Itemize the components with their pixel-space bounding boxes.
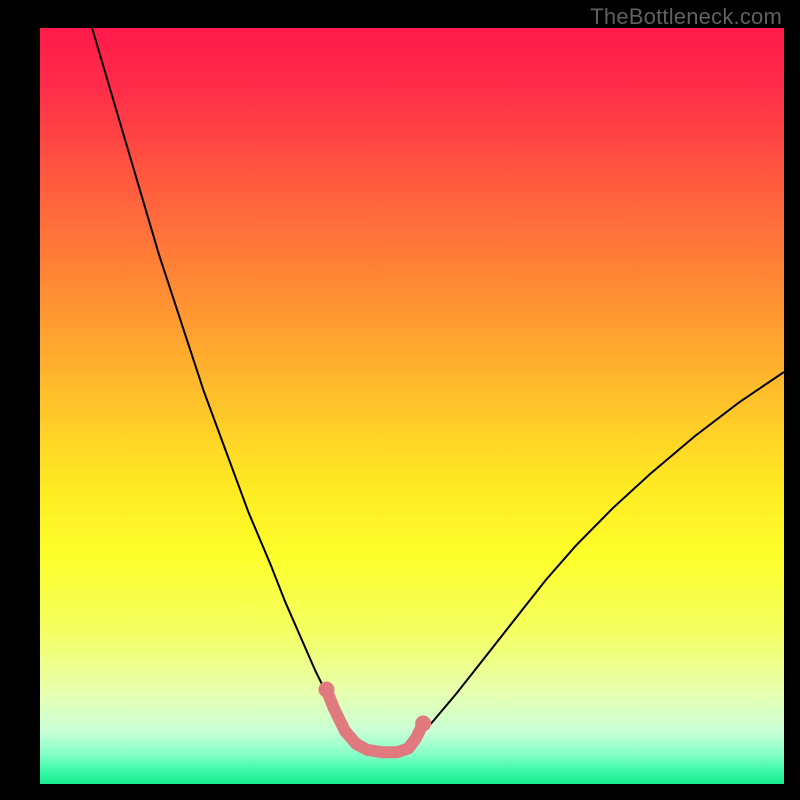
right-end-dot	[415, 716, 431, 732]
chart-svg	[40, 28, 784, 784]
plot-area	[40, 28, 784, 784]
left-mid-dot	[339, 725, 351, 737]
background-gradient	[40, 28, 784, 784]
left-end-dot	[318, 682, 334, 698]
watermark-text: TheBottleneck.com	[590, 4, 782, 30]
chart-frame: TheBottleneck.com	[0, 0, 800, 800]
